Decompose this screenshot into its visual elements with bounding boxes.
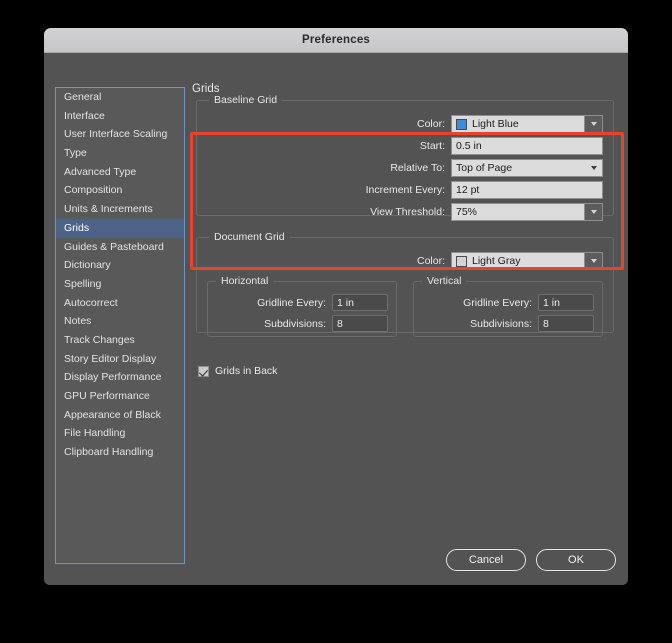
- baseline-view-threshold-dropdown[interactable]: 75%: [451, 203, 603, 221]
- sidebar-item-dictionary[interactable]: Dictionary: [56, 256, 184, 275]
- baseline-start-input[interactable]: 0.5 in: [451, 137, 603, 155]
- sidebar-item-track-changes[interactable]: Track Changes: [56, 331, 184, 350]
- document-grid-subgroups: Horizontal Gridline Every: 1 in Subdivis…: [207, 275, 603, 337]
- baseline-color-value-face[interactable]: Light Blue: [451, 115, 584, 133]
- vertical-group: Vertical Gridline Every: 1 in Subdivisio…: [413, 275, 603, 337]
- document-color-dropdown-button[interactable]: [584, 252, 603, 270]
- dialog-title: Preferences: [301, 34, 371, 46]
- baseline-increment-every-label: Increment Every:: [365, 184, 445, 196]
- baseline-increment-every-row: Increment Every: 12 pt: [207, 180, 603, 200]
- chevron-down-icon: [590, 122, 597, 126]
- vertical-subdivisions-label: Subdivisions:: [470, 317, 532, 330]
- sidebar-item-display-performance[interactable]: Display Performance: [56, 368, 184, 387]
- horizontal-subdivisions-row: Subdivisions: 8: [216, 314, 388, 333]
- sidebar-item-gpu-performance[interactable]: GPU Performance: [56, 387, 184, 406]
- sidebar-item-story-editor-display[interactable]: Story Editor Display: [56, 350, 184, 369]
- cancel-button[interactable]: Cancel: [446, 549, 526, 571]
- document-grid-legend: Document Grid: [214, 231, 285, 243]
- baseline-relative-to-value: Top of Page: [456, 162, 513, 174]
- dialog-body: General Interface User Interface Scaling…: [44, 53, 628, 585]
- document-color-value-face[interactable]: Light Gray: [451, 252, 584, 270]
- dialog-titlebar: Preferences: [44, 28, 628, 53]
- baseline-color-dropdown-button[interactable]: [584, 115, 603, 133]
- grids-preferences-pane: Grids Baseline Grid Color: Light Blue St…: [192, 83, 616, 575]
- baseline-view-threshold-dropdown-button[interactable]: [584, 203, 603, 221]
- sidebar-item-interface[interactable]: Interface: [56, 107, 184, 126]
- baseline-increment-every-input[interactable]: 12 pt: [451, 181, 603, 199]
- sidebar-item-file-handling[interactable]: File Handling: [56, 424, 184, 443]
- chevron-down-icon: [590, 210, 597, 214]
- baseline-view-threshold-value: 75%: [456, 206, 478, 218]
- sidebar-item-spelling[interactable]: Spelling: [56, 275, 184, 294]
- vertical-legend: Vertical: [427, 275, 462, 287]
- chevron-down-icon: [590, 259, 597, 263]
- baseline-view-threshold-label: View Threshold:: [370, 206, 445, 218]
- vertical-subdivisions-row: Subdivisions: 8: [422, 314, 594, 333]
- sidebar-item-grids[interactable]: Grids: [56, 218, 184, 238]
- document-color-value: Light Gray: [472, 255, 521, 267]
- document-color-label: Color:: [416, 255, 445, 267]
- grids-in-back-row[interactable]: Grids in Back: [198, 365, 277, 377]
- horizontal-subdivisions-input[interactable]: 8: [332, 315, 388, 332]
- sidebar-item-user-interface-scaling[interactable]: User Interface Scaling: [56, 125, 184, 144]
- baseline-grid-group: Baseline Grid Color: Light Blue Start: 0…: [196, 94, 614, 221]
- baseline-relative-to-label: Relative To:: [390, 162, 445, 174]
- preferences-category-list[interactable]: General Interface User Interface Scaling…: [55, 87, 185, 564]
- baseline-grid-legend: Baseline Grid: [214, 94, 278, 106]
- sidebar-item-advanced-type[interactable]: Advanced Type: [56, 163, 184, 182]
- baseline-relative-to-row: Relative To: Top of Page: [207, 158, 603, 178]
- vertical-gridline-every-row: Gridline Every: 1 in: [422, 293, 594, 312]
- sidebar-item-composition[interactable]: Composition: [56, 181, 184, 200]
- grids-in-back-label: Grids in Back: [215, 365, 278, 377]
- sidebar-item-type[interactable]: Type: [56, 144, 184, 163]
- baseline-view-threshold-row: View Threshold: 75%: [207, 202, 603, 222]
- horizontal-legend: Horizontal: [221, 275, 269, 287]
- horizontal-gridline-every-input[interactable]: 1 in: [332, 294, 388, 311]
- baseline-color-dropdown[interactable]: Light Blue: [451, 115, 603, 133]
- light-blue-color-swatch-icon: [456, 118, 467, 130]
- baseline-start-row: Start: 0.5 in: [207, 136, 603, 156]
- horizontal-gridline-every-row: Gridline Every: 1 in: [216, 293, 388, 312]
- baseline-color-value: Light Blue: [472, 118, 519, 130]
- horizontal-gridline-every-label: Gridline Every:: [257, 296, 326, 309]
- vertical-gridline-every-input[interactable]: 1 in: [538, 294, 594, 311]
- sidebar-item-clipboard-handling[interactable]: Clipboard Handling: [56, 443, 184, 462]
- sidebar-item-guides-and-pasteboard[interactable]: Guides & Pasteboard: [56, 238, 184, 257]
- sidebar-item-autocorrect[interactable]: Autocorrect: [56, 294, 184, 313]
- chevron-down-icon: [591, 166, 597, 170]
- vertical-subdivisions-input[interactable]: 8: [538, 315, 594, 332]
- sidebar-item-appearance-of-black[interactable]: Appearance of Black: [56, 406, 184, 425]
- vertical-gridline-every-label: Gridline Every:: [463, 296, 532, 309]
- sidebar-item-general[interactable]: General: [56, 88, 184, 107]
- horizontal-group: Horizontal Gridline Every: 1 in Subdivis…: [207, 275, 397, 337]
- preferences-dialog: Preferences General Interface User Inter…: [44, 28, 628, 585]
- baseline-color-row: Color: Light Blue: [207, 114, 603, 134]
- ok-button[interactable]: OK: [536, 549, 616, 571]
- light-gray-color-swatch-icon: [456, 255, 467, 267]
- document-grid-group: Document Grid Color: Light Gray Horizont…: [196, 231, 614, 337]
- sidebar-item-units-and-increments[interactable]: Units & Increments: [56, 200, 184, 219]
- dialog-footer: Cancel OK: [446, 549, 616, 571]
- baseline-start-label: Start:: [419, 140, 445, 152]
- baseline-view-threshold-value-face[interactable]: 75%: [451, 203, 584, 221]
- sidebar-item-notes[interactable]: Notes: [56, 312, 184, 331]
- grids-in-back-checkbox[interactable]: [198, 365, 209, 377]
- horizontal-subdivisions-label: Subdivisions:: [264, 317, 326, 330]
- document-color-dropdown[interactable]: Light Gray: [451, 252, 603, 270]
- baseline-color-label: Color:: [416, 118, 445, 130]
- document-color-row: Color: Light Gray: [207, 251, 603, 271]
- baseline-relative-to-select[interactable]: Top of Page: [451, 159, 603, 177]
